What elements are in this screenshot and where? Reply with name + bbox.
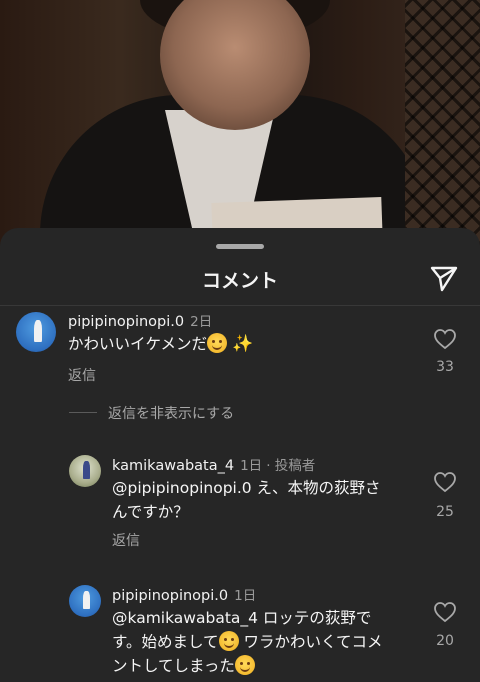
author-badge: · 投稿者 bbox=[266, 458, 316, 474]
hide-replies-line bbox=[69, 412, 97, 413]
paper-plane-icon[interactable] bbox=[428, 262, 460, 294]
header-divider bbox=[0, 305, 480, 306]
comments-sheet: コメント pipipinopinopi.0 2日 かわいいイケメンだ ✨ 返信 3… bbox=[0, 228, 480, 682]
like-count: 33 bbox=[436, 359, 454, 375]
heart-icon[interactable] bbox=[433, 328, 457, 350]
comment-username[interactable]: kamikawabata_4 1日 · 投稿者 bbox=[112, 454, 315, 474]
heart-icon[interactable] bbox=[433, 601, 457, 623]
like-count: 20 bbox=[436, 633, 454, 649]
avatar[interactable] bbox=[69, 455, 101, 487]
heart-icon[interactable] bbox=[433, 471, 457, 493]
avatar[interactable] bbox=[69, 585, 101, 617]
smiling-face-emoji bbox=[207, 333, 228, 353]
video-background-photo bbox=[0, 0, 480, 250]
smiling-face-emoji bbox=[218, 631, 239, 651]
sheet-drag-handle[interactable] bbox=[216, 244, 264, 249]
rolling-laughing-emoji bbox=[234, 655, 255, 675]
comment-time: 1日 bbox=[240, 458, 263, 474]
sparkles-emoji: ✨ bbox=[231, 334, 254, 354]
comment-username[interactable]: pipipinopinopi.0 2日 bbox=[68, 310, 212, 330]
comment-time: 1日 bbox=[234, 588, 257, 604]
comment-time: 2日 bbox=[190, 314, 213, 330]
avatar[interactable] bbox=[16, 312, 56, 352]
comment-text: @kamikawabata_4 ロッテの荻野で す。始めまして ワラかわいくてコ… bbox=[112, 609, 383, 675]
comment-text: @pipipinopinopi.0 え、本物の荻野さ んですか？ bbox=[112, 479, 381, 521]
reply-button[interactable]: 返信 bbox=[68, 365, 96, 385]
sheet-title: コメント bbox=[201, 270, 278, 292]
like-count: 25 bbox=[436, 504, 454, 520]
comment-username[interactable]: pipipinopinopi.0 1日 bbox=[112, 584, 256, 604]
hide-replies-button[interactable]: 返信を非表示にする bbox=[108, 403, 234, 423]
comment-text: かわいいイケメンだ ✨ bbox=[68, 333, 254, 354]
reply-button[interactable]: 返信 bbox=[112, 530, 140, 550]
